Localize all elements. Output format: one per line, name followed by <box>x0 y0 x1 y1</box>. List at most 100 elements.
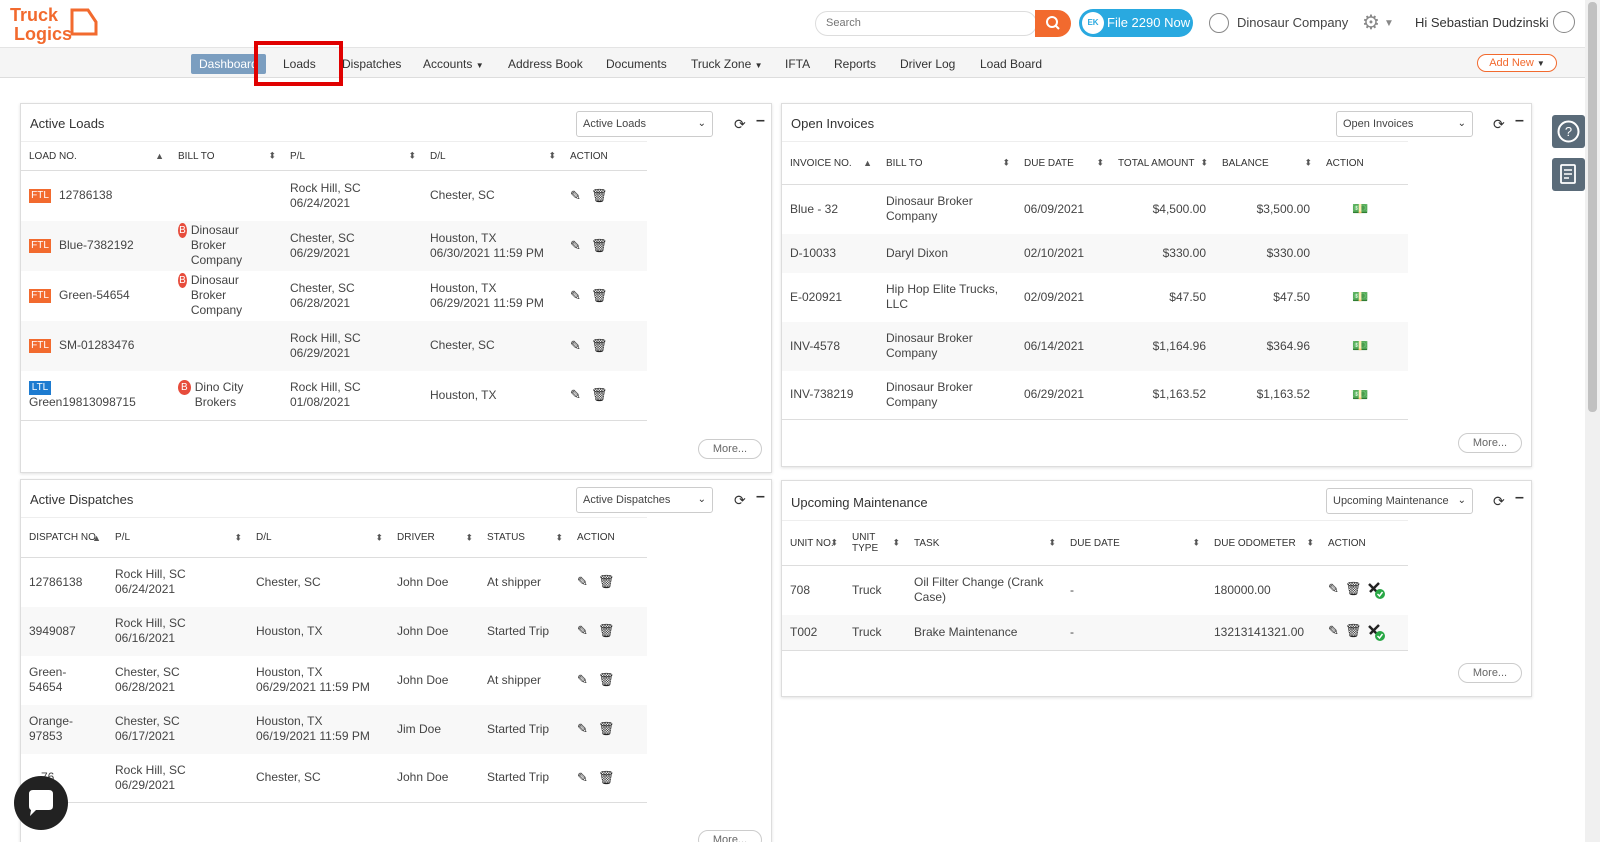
trash-icon[interactable]: 🗑 <box>591 238 608 253</box>
company-selector[interactable]: Dinosaur Company <box>1209 12 1348 34</box>
collapse-icon[interactable]: – <box>756 112 765 130</box>
load-no[interactable]: SM-01283476 <box>59 338 134 352</box>
edit-icon[interactable]: ✎ <box>570 238 581 253</box>
complete-maintenance-icon[interactable] <box>1367 581 1386 600</box>
edit-icon[interactable]: ✎ <box>570 387 581 402</box>
collapse-icon[interactable]: – <box>1515 112 1524 130</box>
nav-driver-log[interactable]: Driver Log <box>900 54 955 74</box>
dispatch-no[interactable]: Orange-97853 <box>21 704 107 754</box>
table-row[interactable]: 12786138 Rock Hill, SC 06/24/2021 Chester… <box>21 557 647 607</box>
receive-payment-icon[interactable]: 💵 <box>1352 387 1368 402</box>
table-row[interactable]: T002 Truck Brake Maintenance - 132131413… <box>782 614 1408 651</box>
more-button[interactable]: More... <box>1458 663 1522 683</box>
edit-icon[interactable]: ✎ <box>577 672 588 687</box>
nav-dispatches[interactable]: Dispatches <box>342 54 401 74</box>
column-header[interactable]: BALANCE ⬍ <box>1214 141 1318 185</box>
chat-widget-button[interactable] <box>14 776 68 830</box>
load-no[interactable]: Blue-7382192 <box>59 238 134 252</box>
unit-no[interactable]: 708 <box>782 565 844 615</box>
add-new-button[interactable]: Add New ▼ <box>1477 54 1557 72</box>
invoice-no[interactable]: E-020921 <box>782 272 878 322</box>
edit-icon[interactable]: ✎ <box>570 338 581 353</box>
table-row[interactable]: D-10033 Daryl Dixon 02/10/2021 $330.00 $… <box>782 233 1408 273</box>
table-row[interactable]: …76 Rock Hill, SC06/29/2021 Chester, SC … <box>21 753 647 803</box>
table-row[interactable]: Blue - 32 Dinosaur Broker Company 06/09/… <box>782 184 1408 234</box>
active-loads-select[interactable]: Active Loads ⌄ <box>576 111 713 137</box>
dispatch-no[interactable]: 12786138 <box>21 557 107 607</box>
edit-icon[interactable]: ✎ <box>577 623 588 638</box>
table-row[interactable]: FTL 12786138 Rock Hill, SC 06/24/2021 Ches… <box>21 170 647 221</box>
column-header[interactable]: DISPATCH NO. ▲ <box>21 517 107 558</box>
upcoming-maintenance-select[interactable]: Upcoming Maintenance ⌄ <box>1326 488 1473 514</box>
edit-icon[interactable]: ✎ <box>577 574 588 589</box>
collapse-icon[interactable]: – <box>1515 489 1524 507</box>
open-invoices-select[interactable]: Open Invoices ⌄ <box>1336 111 1473 137</box>
table-row[interactable]: FTL SM-01283476 Rock Hill, SC 06/29/2021 C… <box>21 320 647 371</box>
table-row[interactable]: INV-4578 Dinosaur Broker Company 06/14/2… <box>782 321 1408 371</box>
column-header[interactable]: STATUS ⬍ <box>479 517 569 558</box>
load-no[interactable]: 12786138 <box>59 188 112 202</box>
receive-payment-icon[interactable]: 💵 <box>1352 201 1368 216</box>
refresh-icon[interactable]: ⟳ <box>1493 493 1505 510</box>
truck-logics-logo[interactable]: Truck Logics <box>10 4 100 44</box>
trash-icon[interactable]: 🗑 <box>598 623 615 638</box>
help-button[interactable]: ? <box>1552 115 1585 148</box>
column-header[interactable]: UNIT NO. ⬍ <box>782 520 844 566</box>
user-greeting[interactable]: Hi Sebastian Dudzinski <box>1415 12 1549 34</box>
complete-maintenance-icon[interactable] <box>1367 623 1386 642</box>
edit-icon[interactable]: ✎ <box>570 188 581 203</box>
refresh-icon[interactable]: ⟳ <box>1493 116 1505 133</box>
trash-icon[interactable]: 🗑 <box>591 338 608 353</box>
notes-button[interactable] <box>1552 158 1585 191</box>
receive-payment-icon[interactable]: 💵 <box>1352 289 1368 304</box>
receive-payment-icon[interactable]: 💵 <box>1352 338 1368 353</box>
load-no[interactable]: Green19813098715 <box>29 395 136 409</box>
column-header[interactable]: DUE DATE ⬍ <box>1016 141 1110 185</box>
table-row[interactable]: 708 Truck Oil Filter Change (Crank Case)… <box>782 565 1408 615</box>
trash-icon[interactable]: 🗑 <box>598 721 615 736</box>
column-header[interactable]: TASK ⬍ <box>906 520 1062 566</box>
edit-icon[interactable]: ✎ <box>577 721 588 736</box>
trash-icon[interactable]: 🗑 <box>598 672 615 687</box>
collapse-icon[interactable]: – <box>756 488 765 506</box>
nav-documents[interactable]: Documents <box>606 54 667 74</box>
trash-icon[interactable]: 🗑 <box>598 770 615 785</box>
invoice-no[interactable]: D-10033 <box>782 233 878 273</box>
trash-icon[interactable]: 🗑 <box>598 574 615 589</box>
column-header[interactable]: P/L ⬍ <box>282 141 422 171</box>
column-header[interactable]: D/L ⬍ <box>248 517 389 558</box>
dispatch-no[interactable]: Green-54654 <box>21 655 107 705</box>
table-row[interactable]: INV-738219 Dinosaur Broker Company 06/29… <box>782 370 1408 420</box>
user-avatar-icon[interactable] <box>1553 11 1575 33</box>
table-row[interactable]: Green-54654 Chester, SC 06/28/2021 Housto… <box>21 655 647 705</box>
more-button[interactable]: More... <box>698 830 762 842</box>
column-header[interactable]: LOAD NO. ▲ <box>21 141 170 171</box>
load-no[interactable]: Green-54654 <box>59 288 130 302</box>
nav-ifta[interactable]: IFTA <box>785 54 810 74</box>
column-header[interactable]: DUE ODOMETER ⬍ <box>1206 520 1320 566</box>
invoice-no[interactable]: INV-738219 <box>782 370 878 420</box>
column-header[interactable]: BILL TO ⬍ <box>878 141 1016 185</box>
nav-load-board[interactable]: Load Board <box>980 54 1042 74</box>
table-row[interactable]: FTL Green-54654 B Dinosaur Broker Company … <box>21 270 647 321</box>
trash-icon[interactable]: 🗑 <box>1345 623 1362 638</box>
nav-truck-zone[interactable]: Truck Zone ▼ <box>691 54 763 74</box>
scrollbar-thumb[interactable] <box>1588 2 1597 412</box>
settings-menu[interactable]: ⚙ ▼ <box>1362 12 1402 34</box>
active-dispatches-select[interactable]: Active Dispatches ⌄ <box>576 487 713 513</box>
table-row[interactable]: 3949087 Rock Hill, SC 06/16/2021 Houston,… <box>21 606 647 656</box>
trash-icon[interactable]: 🗑 <box>591 288 608 303</box>
edit-icon[interactable]: ✎ <box>1328 623 1339 638</box>
edit-icon[interactable]: ✎ <box>577 770 588 785</box>
refresh-icon[interactable]: ⟳ <box>734 492 746 509</box>
trash-icon[interactable]: 🗑 <box>591 188 608 203</box>
column-header[interactable]: P/L ⬍ <box>107 517 248 558</box>
search-input[interactable] <box>826 12 1026 34</box>
more-button[interactable]: More... <box>1458 433 1522 453</box>
refresh-icon[interactable]: ⟳ <box>734 116 746 133</box>
table-row[interactable]: LTLGreen19813098715 B Dino City Brokers R… <box>21 370 647 421</box>
column-header[interactable]: BILL TO ⬍ <box>170 141 282 171</box>
column-header[interactable]: D/L ⬍ <box>422 141 562 171</box>
edit-icon[interactable]: ✎ <box>570 288 581 303</box>
nav-reports[interactable]: Reports <box>834 54 876 74</box>
